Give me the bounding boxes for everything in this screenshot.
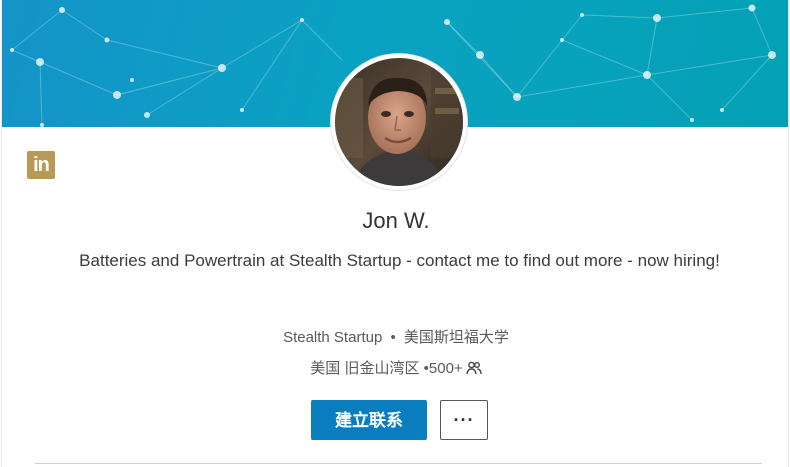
more-actions-button[interactable]: ··· (440, 400, 488, 440)
profile-name: Jon W. (362, 208, 430, 233)
separator: • (390, 329, 396, 346)
profile-card: in Jon W. Batteries and Powertrain at St… (1, 0, 789, 467)
connections-icon (465, 361, 482, 379)
linkedin-logo-text: in (33, 154, 50, 176)
company-link[interactable]: Stealth Startup (283, 329, 382, 346)
divider (35, 463, 762, 464)
profile-headline: Batteries and Powertrain at Stealth Star… (79, 251, 720, 270)
location-text: 美国 旧金山湾区 (310, 360, 420, 377)
profile-location-row: 美国 旧金山湾区 •500+ (2, 357, 788, 379)
linkedin-logo: in (27, 151, 55, 179)
profile-affiliations: Stealth Startup • 美国斯坦福大学 (2, 326, 788, 347)
avatar-frame[interactable] (331, 54, 467, 190)
avatar-photo (335, 58, 463, 186)
connections-count: •500+ (423, 360, 463, 377)
school-link[interactable]: 美国斯坦福大学 (404, 329, 509, 346)
connect-button[interactable]: 建立联系 (311, 400, 427, 440)
avatar[interactable] (335, 58, 463, 186)
